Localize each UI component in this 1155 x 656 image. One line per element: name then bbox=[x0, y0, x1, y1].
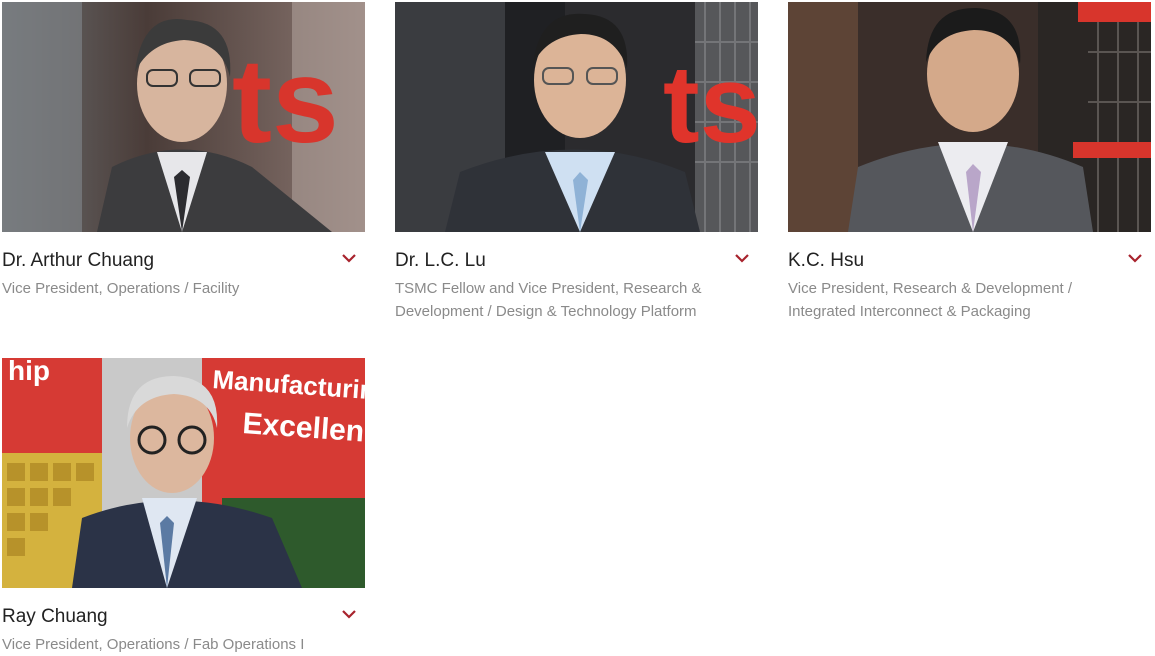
person-card[interactable]: hip Manufacturing Excellence Ray Chuang … bbox=[2, 358, 365, 656]
portrait-image: ts bbox=[395, 2, 758, 232]
portrait-image: ts bbox=[2, 2, 365, 232]
name-row[interactable]: Dr. Arthur Chuang bbox=[2, 249, 365, 273]
person-photo: hip Manufacturing Excellence bbox=[2, 358, 365, 588]
person-title: Vice President, Operations / Fab Operati… bbox=[2, 636, 305, 653]
svg-text:ts: ts bbox=[663, 43, 758, 166]
person-title: Vice President, Research & Development /… bbox=[788, 280, 1073, 320]
person-card[interactable]: K.C. Hsu Vice President, Research & Deve… bbox=[788, 2, 1151, 323]
person-name: Dr. Arthur Chuang bbox=[2, 250, 155, 271]
person-photo: ts bbox=[395, 2, 758, 232]
person-card[interactable]: ts Dr. Arthur Chuang Vice President, Ope… bbox=[2, 2, 365, 300]
svg-text:hip: hip bbox=[8, 358, 50, 386]
svg-text:ts: ts bbox=[232, 34, 339, 168]
person-name: Ray Chuang bbox=[2, 606, 108, 627]
name-row[interactable]: K.C. Hsu bbox=[788, 249, 1151, 273]
portrait-image bbox=[788, 2, 1151, 232]
name-row[interactable]: Ray Chuang bbox=[2, 605, 365, 629]
chevron-down-icon[interactable] bbox=[1127, 252, 1145, 266]
person-title: TSMC Fellow and Vice President, Research… bbox=[395, 280, 702, 320]
chevron-down-icon[interactable] bbox=[734, 252, 752, 266]
leadership-grid: ts Dr. Arthur Chuang Vice President, Ope… bbox=[0, 0, 1155, 656]
person-name: K.C. Hsu bbox=[788, 250, 865, 271]
portrait-image: hip Manufacturing Excellence bbox=[2, 358, 365, 588]
chevron-down-icon[interactable] bbox=[341, 252, 359, 266]
person-photo: ts bbox=[2, 2, 365, 232]
chevron-down-icon[interactable] bbox=[341, 608, 359, 622]
person-photo bbox=[788, 2, 1151, 232]
name-row[interactable]: Dr. L.C. Lu bbox=[395, 249, 758, 273]
person-title: Vice President, Operations / Facility bbox=[2, 280, 240, 297]
person-name: Dr. L.C. Lu bbox=[395, 250, 486, 271]
person-card[interactable]: ts Dr. L.C. Lu TSMC Fellow and Vice Pres… bbox=[395, 2, 758, 323]
